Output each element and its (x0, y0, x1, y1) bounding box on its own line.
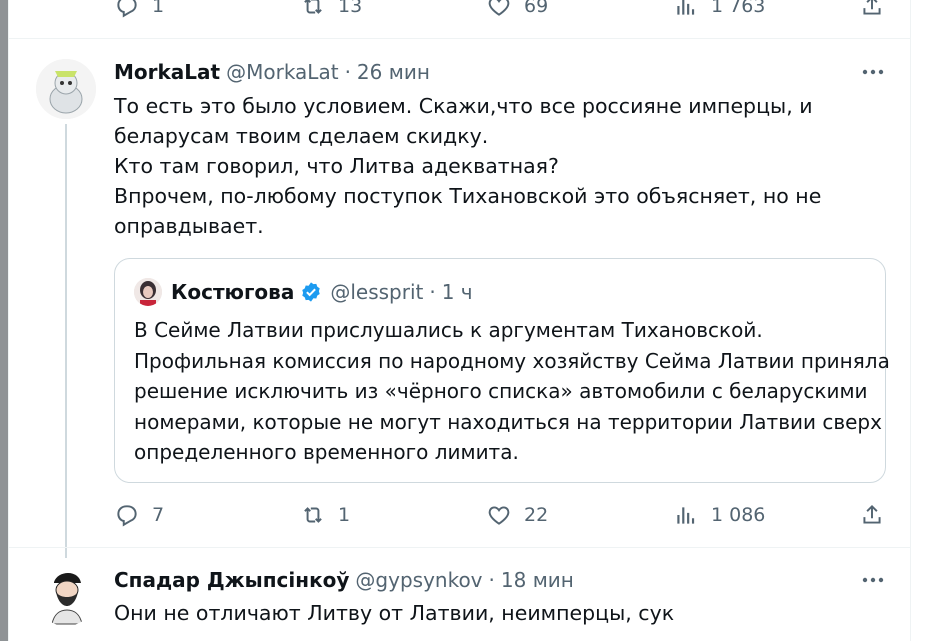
avatar[interactable] (36, 566, 96, 626)
like-button[interactable]: 22 (486, 502, 548, 528)
share-button[interactable] (859, 0, 885, 19)
quote-avatar-image (134, 278, 162, 306)
like-icon (488, 506, 510, 525)
more-button[interactable] (860, 570, 886, 590)
reply-icon (117, 505, 137, 527)
more-icon (862, 577, 884, 583)
views-button[interactable]: 1 763 (673, 0, 765, 19)
quote-line: номерами, которые не могут находиться на… (134, 409, 882, 434)
views-count: 1 086 (711, 504, 766, 526)
share-icon (863, 504, 881, 524)
quote-timestamp: 1 ч (441, 280, 473, 304)
retweet-button[interactable]: 1 (300, 502, 350, 528)
quote-display-name: Костюгова (171, 280, 295, 304)
divider (9, 547, 910, 548)
reply-count: 1 (152, 0, 165, 17)
reply-icon (117, 0, 137, 18)
retweet-icon (304, 0, 322, 14)
timestamp[interactable]: 26 мин (357, 60, 430, 84)
handle[interactable]: @gypsynkov (355, 568, 482, 592)
separator: · (488, 568, 495, 592)
reply-button[interactable]: 1 (114, 0, 164, 19)
views-count: 1 763 (711, 0, 766, 17)
tweet-line: Они не отличают Литву от Латвии, неимпер… (114, 601, 675, 625)
retweet-icon (304, 507, 322, 523)
views-icon (677, 507, 695, 524)
thread-connector (65, 124, 67, 558)
views-icon (677, 0, 695, 15)
views-button[interactable]: 1 086 (673, 502, 765, 528)
verified-badge-icon (302, 282, 321, 302)
tweet-header: MorkaLat @MorkaLat · 26 мин (114, 58, 436, 86)
retweet-count: 1 (338, 504, 351, 526)
quote-line: определенного временного лимита. (134, 440, 519, 464)
separator: · (344, 60, 351, 84)
quote-line: решение исключить из «чёрного списка» ав… (134, 379, 868, 403)
more-button[interactable] (860, 62, 886, 82)
quote-line: Профильная комиссия по народному хозяйст… (134, 348, 890, 373)
timestamp[interactable]: 18 мин (501, 568, 574, 592)
share-icon (863, 0, 881, 15)
like-icon (488, 0, 510, 16)
tweet-text: Они не отличают Литву от Латвии, неимпер… (114, 598, 674, 628)
retweet-count: 13 (338, 0, 363, 17)
tweet-line: Впрочем, по-любому поступок Тихановской … (114, 184, 822, 208)
right-gutter (911, 0, 952, 641)
tweet-line: беларусам твоим сделаем скидку. (114, 124, 489, 148)
quote-header: Костюгова @lessprit · 1 ч (171, 278, 479, 306)
quote-separator: · (429, 280, 436, 304)
divider (9, 38, 910, 39)
display-name[interactable]: MorkaLat (114, 60, 220, 84)
quote-avatar (134, 278, 162, 306)
avatar[interactable] (36, 59, 96, 119)
avatar-image (36, 566, 96, 626)
display-name[interactable]: Спадар Джыпсінкоў (114, 568, 349, 592)
like-button[interactable]: 69 (486, 0, 548, 19)
reply-count: 7 (152, 504, 165, 526)
timeline-border-right (910, 0, 911, 641)
quote-handle: @lessprit (330, 280, 424, 304)
handle[interactable]: @MorkaLat (226, 60, 338, 84)
like-count: 22 (524, 504, 549, 526)
tweet-line: Кто там говорил, что Литва адекватная? (114, 154, 559, 178)
like-count: 69 (524, 0, 549, 17)
reply-button[interactable]: 7 (114, 502, 164, 528)
share-button[interactable] (859, 502, 885, 528)
quoted-tweet[interactable]: Костюгова @lessprit · 1 ч В Сейме Латвии… (114, 258, 890, 483)
retweet-button[interactable]: 13 (300, 0, 362, 19)
more-icon (862, 69, 884, 75)
tweet-text: То есть это было условием. Скажи,что все… (114, 91, 821, 241)
window-edge (0, 0, 8, 641)
tweet-line: оправдывает. (114, 214, 264, 238)
quote-text: В Сейме Латвии прислушались к аргументам… (134, 315, 890, 468)
avatar-image (36, 59, 96, 119)
timeline-border-left (8, 0, 9, 641)
tweet-header: Спадар Джыпсінкоў @gypsynkov · 18 мин (114, 566, 580, 594)
tweet-line: То есть это было условием. Скажи,что все… (114, 94, 813, 118)
quote-line: В Сейме Латвии прислушались к аргументам… (134, 318, 763, 342)
